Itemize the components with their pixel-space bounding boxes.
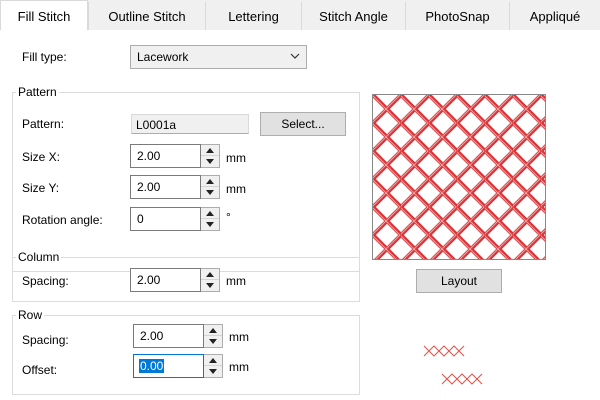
fill-type-value: Lacework [137, 50, 189, 64]
spin-up-icon[interactable] [201, 176, 219, 187]
layout-button[interactable]: Layout [416, 269, 502, 293]
fill-type-dropdown[interactable]: Lacework [130, 45, 307, 69]
rotation-angle-value: 0 [137, 212, 144, 226]
pattern-label: Pattern: [22, 117, 65, 131]
row-spacing-spinbox[interactable]: 2.00 [133, 324, 223, 348]
fill-type-label: Fill type: [22, 50, 67, 64]
size-y-unit: mm [226, 182, 246, 196]
spin-down-icon[interactable] [201, 280, 219, 291]
tab-photosnap[interactable]: PhotoSnap [405, 2, 509, 30]
row-group-title: Row [16, 308, 45, 322]
tab-bar: Fill Stitch Outline Stitch Lettering Sti… [0, 0, 600, 31]
row-spacing-value: 2.00 [140, 329, 164, 343]
row-offset-label: Offset: [22, 363, 58, 377]
size-y-spin-buttons [201, 175, 220, 199]
rotation-spin-buttons [201, 207, 220, 231]
spin-up-icon[interactable] [201, 145, 219, 156]
spin-up-icon[interactable] [201, 269, 219, 280]
spin-up-icon[interactable] [204, 355, 222, 366]
column-spacing-value: 2.00 [137, 273, 161, 287]
column-spacing-input[interactable]: 2.00 [130, 268, 201, 292]
size-x-label: Size X: [22, 150, 61, 164]
row-offset-value: 0.00 [139, 359, 165, 373]
pattern-field: L0001a [131, 114, 249, 134]
spin-down-icon[interactable] [201, 219, 219, 230]
spin-up-icon[interactable] [201, 208, 219, 219]
spin-down-icon[interactable] [201, 156, 219, 167]
size-y-value: 2.00 [137, 180, 161, 194]
size-x-unit: mm [226, 151, 246, 165]
row-offset-spinbox[interactable]: 0.00 [133, 354, 223, 378]
size-x-spin-buttons [201, 144, 220, 168]
select-pattern-button[interactable]: Select... [260, 112, 346, 136]
column-spacing-spinbox[interactable]: 2.00 [130, 268, 220, 292]
row-offset-diagram-icon [423, 345, 483, 385]
tab-fill-stitch[interactable]: Fill Stitch [0, 0, 88, 31]
size-y-label: Size Y: [22, 181, 60, 195]
spin-down-icon[interactable] [201, 187, 219, 198]
row-offset-spin-buttons [204, 354, 223, 378]
pattern-group-title: Pattern [16, 85, 59, 99]
chevron-down-icon [290, 53, 300, 59]
row-offset-input[interactable]: 0.00 [133, 354, 204, 378]
tab-stitch-angle[interactable]: Stitch Angle [301, 2, 405, 30]
pattern-value: L0001a [136, 118, 177, 132]
rotation-angle-input[interactable]: 0 [130, 207, 201, 231]
tab-outline-stitch[interactable]: Outline Stitch [88, 2, 205, 30]
column-group-title: Column [16, 250, 62, 264]
pattern-preview [372, 94, 546, 260]
column-spacing-unit: mm [226, 274, 246, 288]
size-y-input[interactable]: 2.00 [130, 175, 201, 199]
rotation-angle-spinbox[interactable]: 0 [130, 207, 220, 231]
column-spacing-spin-buttons [201, 268, 220, 292]
rotation-angle-label: Rotation angle: [22, 213, 103, 227]
row-spacing-label: Spacing: [22, 333, 69, 347]
size-x-value: 2.00 [137, 149, 161, 163]
size-y-spinbox[interactable]: 2.00 [130, 175, 220, 199]
row-spacing-input[interactable]: 2.00 [133, 324, 204, 348]
rotation-angle-unit: ° [226, 210, 231, 224]
tab-applique[interactable]: Appliqué [509, 2, 600, 30]
row-offset-unit: mm [229, 360, 249, 374]
tab-lettering[interactable]: Lettering [205, 2, 301, 30]
size-x-spinbox[interactable]: 2.00 [130, 144, 220, 168]
spin-up-icon[interactable] [204, 325, 222, 336]
fill-stitch-panel: Fill type: Lacework Pattern Pattern: L00… [0, 30, 600, 400]
row-spacing-unit: mm [229, 330, 249, 344]
lacework-pattern-image [373, 95, 545, 259]
size-x-input[interactable]: 2.00 [130, 144, 201, 168]
row-spacing-spin-buttons [204, 324, 223, 348]
spin-down-icon[interactable] [204, 366, 222, 377]
spin-down-icon[interactable] [204, 336, 222, 347]
column-spacing-label: Spacing: [22, 274, 69, 288]
